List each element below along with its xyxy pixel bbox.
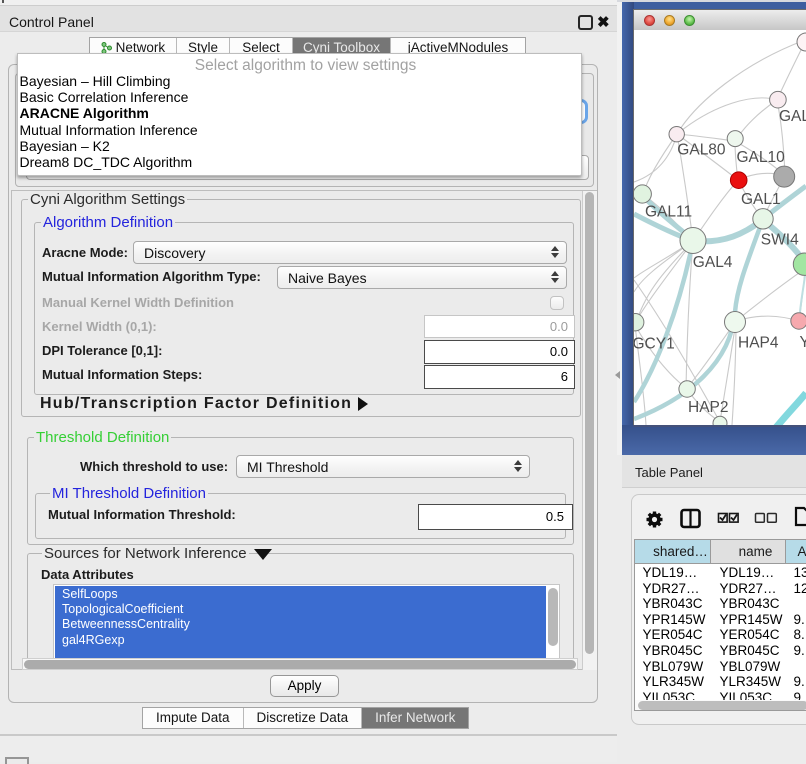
- svg-text:GAL: GAL: [779, 108, 806, 125]
- svg-text:Y: Y: [800, 334, 806, 351]
- svg-text:GAL11: GAL11: [645, 204, 692, 221]
- svg-text:GAL1: GAL1: [741, 191, 781, 208]
- svg-text:GAL80: GAL80: [677, 142, 726, 159]
- svg-text:HAP2: HAP2: [688, 399, 729, 416]
- svg-text:GAL4: GAL4: [693, 254, 733, 271]
- svg-text:SWI4: SWI4: [761, 232, 799, 249]
- svg-text:GCY1: GCY1: [634, 336, 675, 353]
- svg-text:HAP4: HAP4: [738, 335, 779, 352]
- svg-text:GAL10: GAL10: [737, 149, 786, 166]
